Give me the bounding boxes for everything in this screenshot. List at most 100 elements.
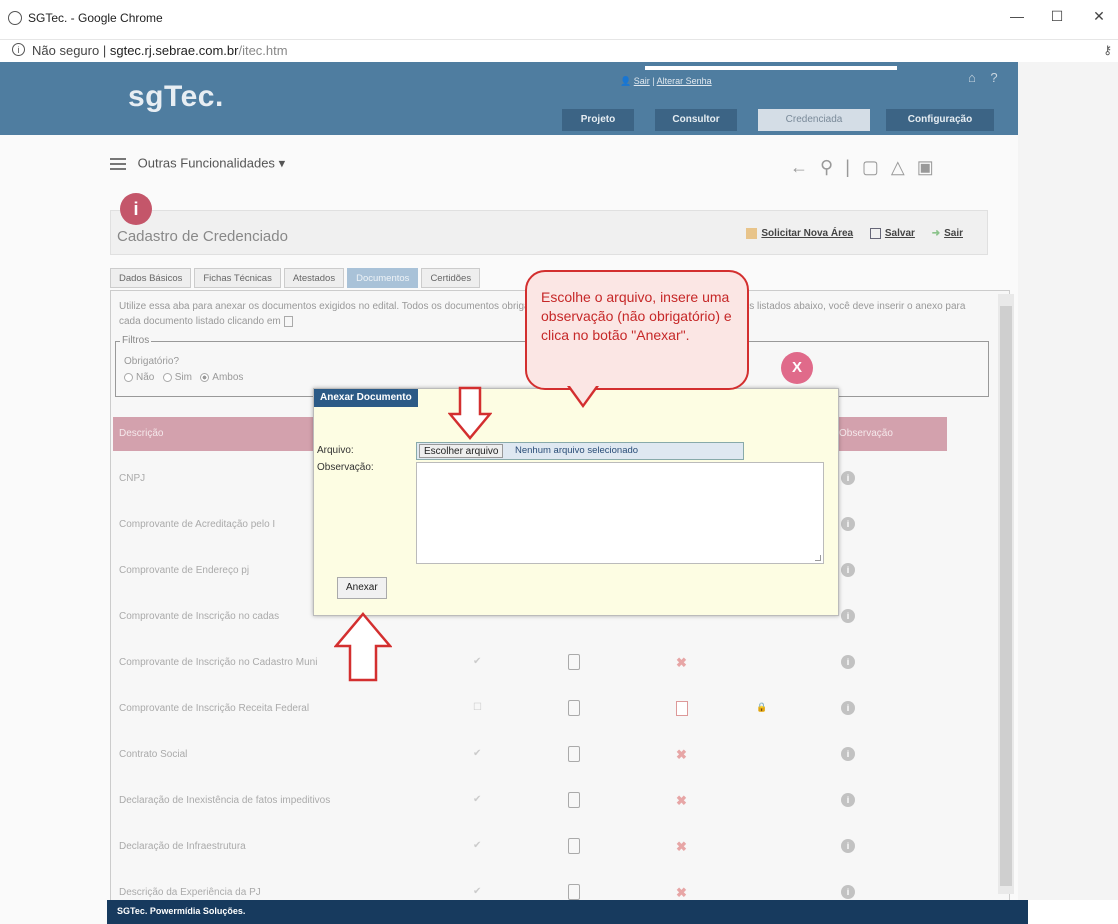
mandatory-radios: Não Sim Ambos (124, 372, 243, 383)
info-icon[interactable]: i (841, 701, 855, 715)
functions-label: Outras Funcionalidades (137, 155, 275, 171)
info-icon[interactable]: i (841, 839, 855, 853)
home-icon[interactable]: ⌂ (968, 70, 976, 85)
mandatory-question: Obrigatório? (124, 356, 180, 367)
user-links: 👤 Sair | Alterar Senha (620, 76, 712, 87)
checkbox-icon: ☐ (473, 702, 482, 713)
delete-icon[interactable]: ✖ (676, 747, 687, 763)
window-icon[interactable]: ▣ (917, 157, 946, 177)
observacao-textarea[interactable] (416, 462, 824, 564)
delete-icon[interactable]: ✖ (676, 885, 687, 901)
address-bar[interactable]: i Não seguro | sgtec.rj.sebrae.com.br/it… (0, 40, 1118, 62)
delete-icon[interactable]: ✖ (676, 655, 687, 671)
nav-credenciada[interactable]: Credenciada (758, 109, 870, 131)
info-icon[interactable]: i (841, 517, 855, 531)
info-icon[interactable]: i (12, 43, 25, 56)
file-input[interactable]: Escolher arquivo Nenhum arquivo selecion… (416, 442, 744, 460)
nav-configuracao[interactable]: Configuração (886, 109, 994, 131)
attach-document-icon[interactable] (568, 700, 580, 716)
radio-nao[interactable] (124, 372, 133, 382)
key-icon[interactable]: ⚷ (1103, 43, 1112, 57)
info-icon[interactable]: i (841, 655, 855, 669)
radio-ambos[interactable] (200, 372, 210, 382)
minimize-button[interactable]: — (1002, 8, 1032, 24)
choose-file-button[interactable]: Escolher arquivo (419, 444, 504, 458)
check-icon: ✔ (473, 886, 482, 897)
pdf-icon[interactable] (676, 701, 688, 716)
file-status: Nenhum arquivo selecionado (515, 445, 639, 456)
attach-document-icon[interactable] (568, 792, 580, 808)
tab-certidoes[interactable]: Certidões (421, 268, 481, 288)
logout-link[interactable]: Sair (634, 76, 650, 86)
divider: | (845, 157, 862, 177)
maximize-button[interactable]: ☐ (1042, 8, 1072, 25)
close-window-button[interactable]: ✕ (1084, 8, 1114, 25)
attach-document-icon[interactable] (568, 838, 580, 854)
nav-projeto[interactable]: Projeto (562, 109, 634, 131)
callout-text: Escolhe o arquivo, insere uma observação… (541, 289, 732, 343)
row-description: Comprovante de Inscrição no Cadastro Mun… (119, 657, 318, 668)
functions-menu[interactable]: Outras Funcionalidades ▾ (110, 155, 285, 173)
browser-titlebar: SGTec. - Google Chrome — ☐ ✕ (0, 0, 1118, 40)
change-password-link[interactable]: Alterar Senha (657, 76, 712, 86)
row-description: Comprovante de Endereço pj (119, 565, 250, 576)
save-link[interactable]: Salvar (885, 228, 915, 239)
row-description: Declaração de Inexistência de fatos impe… (119, 795, 331, 806)
back-arrow-icon[interactable]: ← (790, 157, 820, 177)
info-icon[interactable]: i (841, 563, 855, 577)
info-icon[interactable]: i (841, 885, 855, 899)
exit-icon: ➜ (931, 228, 941, 240)
dialog-title: Anexar Documento (314, 389, 418, 407)
info-icon[interactable]: i (841, 471, 855, 485)
info-icon[interactable]: i (841, 747, 855, 761)
arquivo-label: Arquivo: (317, 445, 354, 456)
lock-icon: 🔒 (756, 702, 768, 712)
footer-blank (1028, 900, 1118, 924)
radio-ambos-label: Ambos (212, 372, 244, 383)
help-icon[interactable]: ? (990, 70, 997, 85)
check-icon: ✔ (473, 748, 482, 759)
close-icon[interactable]: X (781, 352, 813, 384)
table-row: Contrato Social ✔ ✖ i (113, 746, 973, 766)
resize-grip-icon[interactable] (815, 555, 821, 561)
tab-bar: Dados Básicos Fichas Técnicas Atestados Doc… (110, 268, 483, 288)
tab-fichas-tecnicas[interactable]: Fichas Técnicas (194, 268, 281, 288)
info-icon[interactable]: i (841, 609, 855, 623)
document-icon (283, 315, 293, 327)
url-display[interactable]: Não seguro | sgtec.rj.sebrae.com.br/itec… (32, 43, 288, 58)
radio-sim-label: Sim (174, 372, 192, 383)
delete-icon[interactable]: ✖ (676, 839, 687, 855)
tab-atestados[interactable]: Atestados (283, 268, 345, 288)
bell-icon[interactable]: △ (891, 157, 917, 177)
info-icon[interactable]: i (841, 793, 855, 807)
url-host: sgtec.rj.sebrae.com.br (109, 43, 239, 58)
redaction-bar (645, 66, 897, 70)
page-scrollbar[interactable] (998, 294, 1014, 894)
attach-document-icon[interactable] (568, 746, 580, 762)
table-row: Declaração de Inexistência de fatos impe… (113, 792, 973, 812)
user-links-separator: | (649, 76, 657, 86)
page-footer: SGTec. Powermídia Soluções. (107, 900, 1028, 924)
search-icon[interactable]: ⚲ (820, 157, 845, 177)
new-area-icon (746, 228, 758, 239)
chat-icon[interactable]: ▢ (862, 157, 891, 177)
instruction-callout: Escolhe o arquivo, insere uma observação… (525, 270, 749, 390)
observacao-label: Observação: (317, 462, 374, 473)
url-path: /itec.htm (238, 43, 288, 58)
row-description: Declaração de Infraestrutura (119, 841, 246, 852)
radio-sim[interactable] (162, 372, 172, 382)
nav-consultor[interactable]: Consultor (655, 109, 737, 131)
scrollbar-thumb[interactable] (1000, 306, 1012, 886)
exit-link[interactable]: Sair (944, 228, 963, 239)
delete-icon[interactable]: ✖ (676, 793, 687, 809)
row-description: CNPJ (119, 473, 146, 484)
tab-dados-basicos[interactable]: Dados Básicos (110, 268, 192, 288)
table-row: Declaração de Infraestrutura ✔ ✖ i (113, 838, 973, 858)
table-row: Comprovante de Inscrição no Cadastro Mun… (113, 654, 973, 674)
attach-document-dialog: Anexar Documento Arquivo: Escolher arqui… (313, 388, 839, 616)
anexar-button[interactable]: Anexar (337, 577, 387, 599)
tab-documentos[interactable]: Documentos (347, 268, 419, 288)
attach-document-icon[interactable] (568, 884, 580, 900)
request-new-area-link[interactable]: Solicitar Nova Área (761, 228, 853, 239)
attach-document-icon[interactable] (568, 654, 580, 670)
